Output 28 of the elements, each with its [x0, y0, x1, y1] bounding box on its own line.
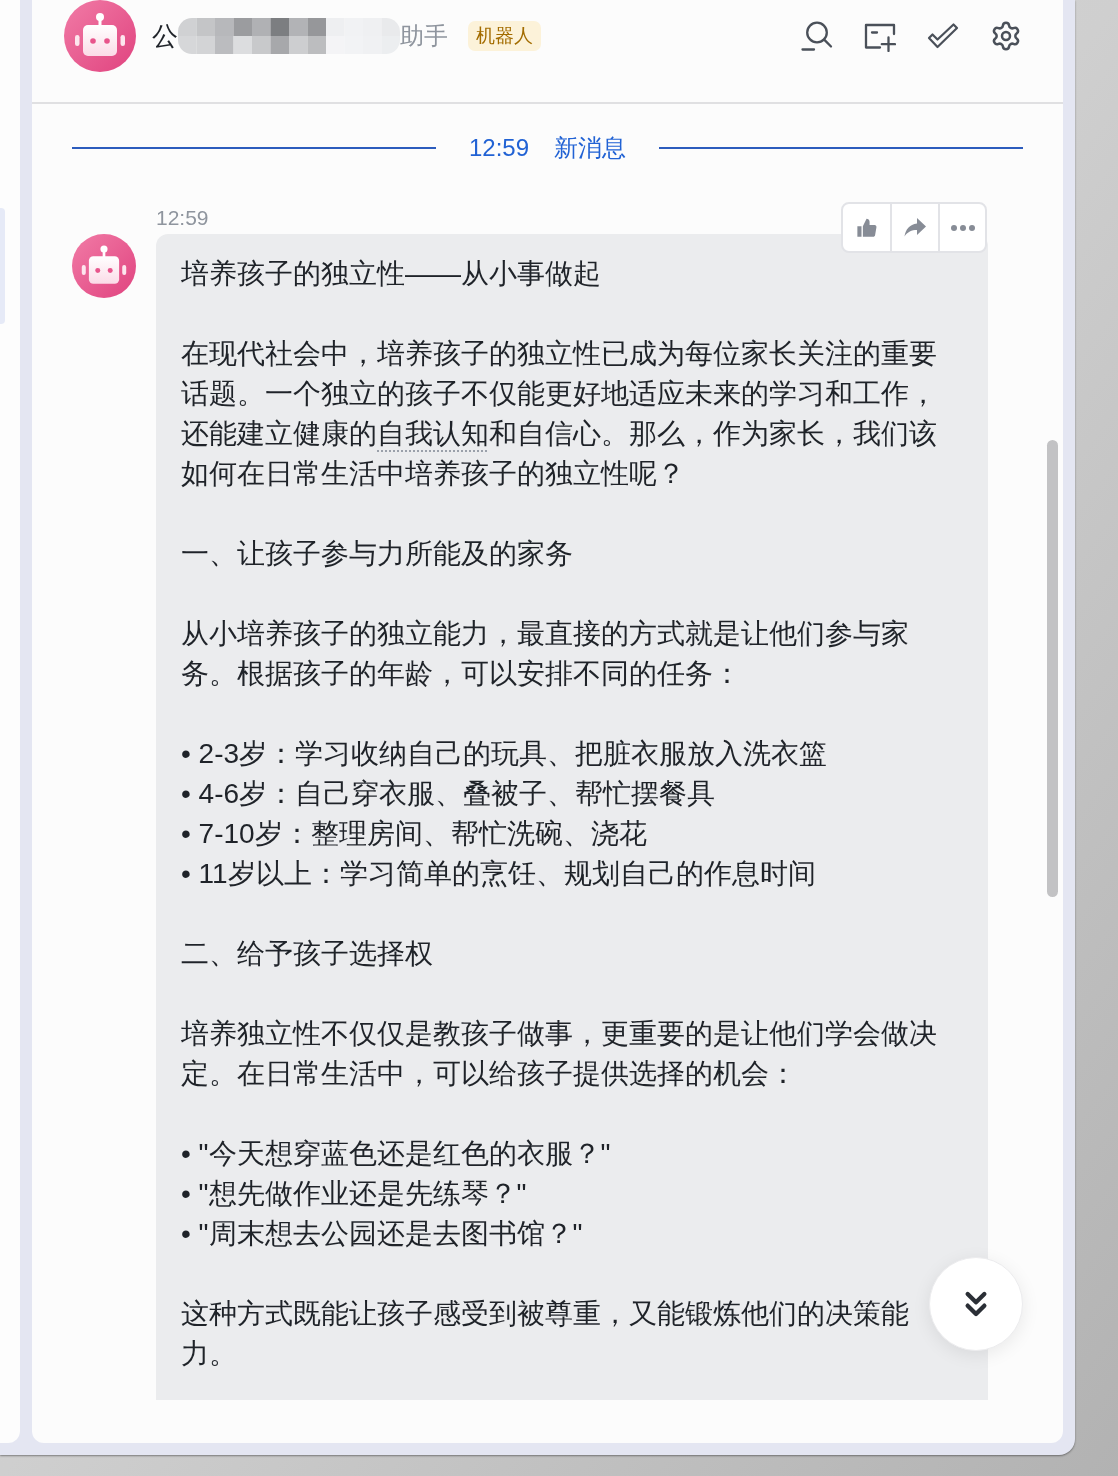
list-item: • 11岁以上：学习简单的烹饪、规划自己的作息时间 — [181, 857, 817, 891]
chat-title: 助手 — [400, 21, 448, 51]
list-item: • "今天想穿蓝色还是红色的衣服？" — [181, 1137, 612, 1171]
list-item: • 7-10岁：整理房间、帮忙洗碗、浇花 — [181, 817, 648, 851]
forward-icon — [903, 216, 927, 239]
scrollbar-thumb[interactable] — [1047, 440, 1058, 897]
settings-icon[interactable] — [990, 20, 1022, 52]
term-link[interactable]: 自我认知 — [377, 418, 489, 449]
search-icon[interactable] — [801, 20, 833, 52]
message-time: 12:59 — [156, 206, 209, 230]
message-paragraph: 一、让孩子参与力所能及的家务 — [181, 537, 574, 571]
message-paragraph: 培养独立性不仅仅是教孩子做事，更重要的是让他们学会做决定。在日常生活中，可以给孩子提供选择的机会： — [181, 1017, 938, 1091]
thumbs-up-icon — [855, 216, 878, 239]
list-item: • 4-6岁：自己穿衣服、叠被子、帮忙摆餐具 — [181, 777, 717, 811]
message-paragraph: 二、给予孩子选择权 — [181, 937, 434, 971]
divider-time: 12:59 — [468, 133, 530, 163]
list-item: • "想先做作业还是先练琴？" — [181, 1177, 528, 1211]
message-paragraph: 培养孩子的独立性——从小事做起 — [181, 257, 602, 291]
new-messages-label: 新消息 — [554, 133, 627, 163]
chat-title: 公 — [152, 19, 178, 53]
robot-avatar-icon — [72, 234, 136, 298]
list-item: • 2-3岁：学习收纳自己的玩具、把脏衣服放入洗衣篮 — [181, 737, 829, 771]
message-paragraph: 这种方式既能让孩子感受到被尊重，又能锻炼他们的决策能力。 — [181, 1297, 910, 1371]
message-paragraph: 在现代社会中，培养孩子的独立性已成为每位家长关注的重要话题。一个独立的孩子不仅能更好地适应未来的学习和工作，还能建立健康的自我认知和自信心。那么，作为家长，我们该如何在日常生活中培养孩子的独立性呢？ — [181, 337, 938, 491]
more-icon — [949, 223, 976, 232]
list-item: • "周末想去公园还是去图书馆？" — [181, 1217, 584, 1251]
robot-tag: 机器人 — [468, 21, 541, 51]
message-paragraph: 从小培养孩子的独立能力，最直接的方式就是让他们参与家务。根据孩子的年龄，可以安排不同的任务： — [181, 617, 910, 691]
